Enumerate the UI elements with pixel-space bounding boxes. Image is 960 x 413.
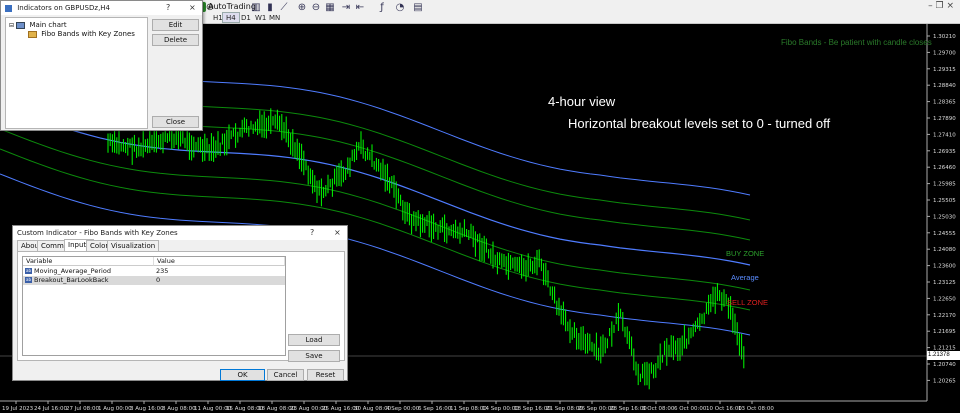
price-tick-label: 1.27890 xyxy=(933,116,956,122)
price-tick-label: 1.24080 xyxy=(933,247,956,253)
ok-button[interactable]: OK xyxy=(220,369,265,381)
time-tick-label: 13 Oct 08:00 xyxy=(738,406,774,412)
time-tick-label: 24 Jul 16:00 xyxy=(34,406,67,412)
grid-icon[interactable]: ▦ xyxy=(324,2,336,14)
price-tick-label: 1.25985 xyxy=(933,182,956,188)
parameter-icon: ab xyxy=(25,268,32,274)
close-icon[interactable]: × xyxy=(189,1,196,15)
price-tick-label: 1.23125 xyxy=(933,280,956,286)
price-tick-label: 1.26935 xyxy=(933,149,956,155)
price-tick-label: 1.22170 xyxy=(933,313,956,319)
average-label: Average xyxy=(731,273,759,282)
price-tick-label: 1.26460 xyxy=(933,165,956,171)
current-price-label: 1.21378 xyxy=(927,351,960,360)
buy-zone-label: BUY ZONE xyxy=(726,249,765,258)
time-tick-label: 1 Aug 00:00 xyxy=(98,406,132,412)
column-value[interactable]: Value xyxy=(154,257,285,266)
price-tick-label: 1.29315 xyxy=(933,67,956,73)
time-tick-label: 6 Oct 00:00 xyxy=(674,406,707,412)
custom-indicator-title: Custom Indicator - Fibo Bands with Key Z… xyxy=(17,229,178,237)
indicators-dialog: Indicators on GBPUSDz,H4 ? × ⊟ Main char… xyxy=(0,0,203,131)
param-name: Breakout_BarLookBack xyxy=(34,276,109,284)
close-icon[interactable]: × xyxy=(946,1,954,11)
price-tick-label: 1.22650 xyxy=(933,296,956,302)
chart-window-icon xyxy=(16,21,26,29)
tab-visualization[interactable]: Visualization xyxy=(107,240,160,251)
custom-indicator-titlebar[interactable]: Custom Indicator - Fibo Bands with Key Z… xyxy=(13,226,347,240)
param-value[interactable]: 235 xyxy=(156,267,168,276)
table-row[interactable]: ab Moving_Average_Period 235 xyxy=(23,267,285,276)
tree-child-label: Fibo Bands with Key Zones xyxy=(41,30,135,38)
time-tick-label: 10 Oct 16:00 xyxy=(706,406,742,412)
time-tick-label: 6 Sep 16:00 xyxy=(418,406,452,412)
autoscroll-icon[interactable]: ⇥ xyxy=(340,2,352,14)
restore-icon[interactable]: ❐ xyxy=(936,1,944,11)
table-row[interactable]: ab Breakout_BarLookBack 0 xyxy=(23,276,285,285)
param-value[interactable]: 0 xyxy=(156,276,160,285)
minimize-icon[interactable]: – xyxy=(928,1,933,11)
inputs-panel: Variable Value ab Moving_Average_Period … xyxy=(17,251,345,362)
collapse-icon[interactable]: ⊟ xyxy=(9,22,14,29)
edit-button[interactable]: Edit xyxy=(152,19,199,31)
indicator-icon xyxy=(28,30,37,38)
indicators-dialog-title: Indicators on GBPUSDz,H4 xyxy=(17,4,111,12)
help-icon[interactable]: ? xyxy=(166,1,170,15)
indicators-dialog-titlebar[interactable]: Indicators on GBPUSDz,H4 ? × xyxy=(1,1,202,15)
chart-shift-icon[interactable]: ⇤ xyxy=(354,2,366,14)
delete-button[interactable]: Delete xyxy=(152,34,199,46)
indicator-tree[interactable]: ⊟ Main chart Fibo Bands with Key Zones xyxy=(5,17,148,129)
period-icon[interactable]: ◔ xyxy=(394,2,406,14)
indicators-dialog-icon xyxy=(5,4,12,12)
templates-icon[interactable]: ▤ xyxy=(412,2,424,14)
time-tick-label: 27 Jul 08:00 xyxy=(66,406,99,412)
indicators-icon[interactable]: ƒ xyxy=(376,2,388,14)
time-tick-label: 3 Oct 08:00 xyxy=(642,406,675,412)
indicator-caption: Fibo Bands - Be patient with candle clos… xyxy=(781,38,932,47)
sell-zone-label: SELL ZONE xyxy=(727,298,768,307)
custom-indicator-dialog: Custom Indicator - Fibo Bands with Key Z… xyxy=(12,225,348,381)
timeframe-mn[interactable]: MN xyxy=(265,12,284,23)
price-tick-label: 1.20740 xyxy=(933,362,956,368)
price-tick-label: 1.28365 xyxy=(933,100,956,106)
zoom-out-icon[interactable]: ⊖ xyxy=(310,2,322,14)
parameter-icon: ab xyxy=(25,277,32,283)
load-button[interactable]: Load xyxy=(288,334,340,346)
column-variable[interactable]: Variable xyxy=(23,257,154,266)
reset-button[interactable]: Reset xyxy=(307,369,344,381)
time-tick-label: 4 Sep 00:00 xyxy=(386,406,420,412)
close-icon[interactable]: × xyxy=(334,226,341,240)
time-tick-label: 3 Aug 16:00 xyxy=(130,406,164,412)
annotation-line-1: 4-hour view xyxy=(548,94,616,109)
window-controls: – ❐ × xyxy=(928,1,954,11)
annotation-line-2: Horizontal breakout levels set to 0 - tu… xyxy=(568,116,831,131)
time-tick-label: 8 Aug 08:00 xyxy=(162,406,196,412)
price-tick-label: 1.25030 xyxy=(933,214,956,220)
inputs-table[interactable]: Variable Value ab Moving_Average_Period … xyxy=(22,256,286,356)
price-tick-label: 1.23600 xyxy=(933,264,956,270)
param-name: Moving_Average_Period xyxy=(34,267,111,275)
price-tick-label: 1.20265 xyxy=(933,378,956,384)
price-tick-label: 1.27410 xyxy=(933,132,956,138)
price-tick-label: 1.29700 xyxy=(933,50,956,56)
time-tick-label: 19 Jul 2023 xyxy=(2,406,34,412)
tree-item-main-chart[interactable]: ⊟ Main chart xyxy=(9,21,67,30)
price-tick-label: 1.24555 xyxy=(933,231,956,237)
help-icon[interactable]: ? xyxy=(310,226,314,240)
price-tick-label: 1.25505 xyxy=(933,198,956,204)
tree-item-fibo-bands[interactable]: Fibo Bands with Key Zones xyxy=(28,30,135,39)
price-tick-label: 1.30210 xyxy=(933,34,956,40)
close-button[interactable]: Close xyxy=(152,116,199,128)
cancel-button[interactable]: Cancel xyxy=(267,369,304,381)
save-button[interactable]: Save xyxy=(288,350,340,362)
zoom-in-icon[interactable]: ⊕ xyxy=(296,2,308,14)
price-tick-label: 1.28840 xyxy=(933,83,956,89)
price-tick-label: 1.21695 xyxy=(933,329,956,335)
tree-root-label: Main chart xyxy=(29,21,67,29)
